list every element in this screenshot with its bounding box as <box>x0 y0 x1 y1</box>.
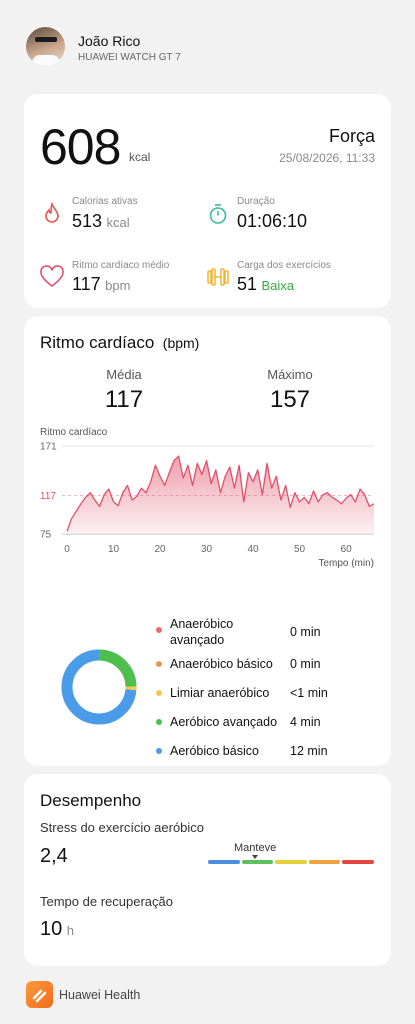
dumbbell-icon <box>207 268 229 286</box>
device-name: HUAWEI WATCH GT 7 <box>78 52 181 63</box>
flame-icon <box>45 202 59 223</box>
zone-color-dot <box>156 719 162 725</box>
y-tick-label: 117 <box>40 491 56 502</box>
summary-card: 608 kcal Força 25/08/2026, 11:33 Caloria… <box>24 94 391 308</box>
stress-label: Stress do exercício aeróbico <box>40 820 205 835</box>
active-calories-label: Calorias ativas <box>72 196 138 207</box>
exercise-load-value: 51 Baixa <box>237 274 295 294</box>
health-logo-icon <box>32 989 47 1003</box>
hr-average: Média 117 <box>104 367 144 413</box>
heart-rate-chart: 75 117 171 0 10 20 30 40 50 60 Tempo (min) <box>40 442 375 569</box>
zone-color-dot <box>156 748 162 754</box>
scale-segment <box>308 860 341 864</box>
x-tick-label: 60 <box>341 544 353 555</box>
x-axis-label: Tempo (min) <box>318 558 374 569</box>
zone-color-dot <box>156 690 162 696</box>
exercise-load-level: Baixa <box>261 278 295 293</box>
performance-title: Desempenho <box>40 791 142 810</box>
chart-y-label: Ritmo cardíaco <box>40 427 108 438</box>
zone-name: Aeróbico básico <box>170 744 259 758</box>
avg-heart-rate-value: 117 bpm <box>72 274 131 294</box>
avg-heart-rate-label: Ritmo cardíaco médio <box>72 260 170 271</box>
zone-name: Anaeróbico básico <box>170 657 273 671</box>
y-tick-label: 75 <box>40 530 52 541</box>
y-tick-label: 171 <box>40 442 57 453</box>
total-calories-unit: kcal <box>129 150 151 164</box>
zone-color-dot <box>156 627 162 633</box>
scale-segment <box>342 860 374 864</box>
heart-icon <box>40 265 64 288</box>
zone-name: Aeróbico avançado <box>170 715 278 729</box>
stress-value: 2,4 <box>40 845 68 867</box>
stress-status: Manteve <box>234 842 277 854</box>
zone-duration: 4 min <box>290 715 321 729</box>
active-calories-value: 513 kcal <box>72 211 130 231</box>
x-tick-label: 10 <box>108 544 120 555</box>
zone-name: Limiar anaeróbico <box>170 686 270 700</box>
zone-duration: 12 min <box>290 744 328 758</box>
workout-type: Força <box>328 126 375 146</box>
workout-datetime: 25/08/2026, 11:33 <box>279 151 375 165</box>
x-tick-label: 20 <box>154 544 166 555</box>
stopwatch-icon <box>209 204 227 224</box>
scale-segment <box>241 860 274 864</box>
heart-rate-card: Ritmo cardíaco (bpm) Média 117 Máximo 15… <box>24 316 391 766</box>
scale-segment <box>275 860 307 864</box>
recovery-label: Tempo de recuperação <box>40 894 173 909</box>
huawei-health-logo <box>26 981 53 1008</box>
x-tick-label: 30 <box>201 544 213 555</box>
exercise-load-label: Carga dos exercícios <box>237 260 331 271</box>
x-tick-label: 40 <box>247 544 259 555</box>
zone-color-dot <box>156 661 162 667</box>
total-calories: 608 <box>40 119 121 175</box>
x-tick-label: 50 <box>294 544 306 555</box>
avatar[interactable] <box>26 27 65 66</box>
recovery-value: 10 h <box>40 918 74 940</box>
user-name: João Rico <box>78 33 141 49</box>
zone-duration: <1 min <box>290 686 328 700</box>
performance-card: Desempenho Stress do exercício aeróbico … <box>24 774 391 966</box>
duration-value: 01:06:10 <box>237 211 308 231</box>
hr-zone-donut <box>61 649 137 725</box>
heart-rate-area <box>67 456 374 534</box>
zone-duration: 0 min <box>290 657 321 671</box>
heart-rate-title: Ritmo cardíaco (bpm) <box>40 333 200 352</box>
zone-name: Anaeróbico avançado <box>170 617 234 647</box>
duration-label: Duração <box>237 196 275 207</box>
stress-marker-icon <box>252 855 258 859</box>
zone-duration: 0 min <box>290 625 321 639</box>
x-tick-label: 0 <box>64 544 70 555</box>
scale-segment <box>208 860 240 864</box>
stress-scale <box>208 860 374 864</box>
hr-maximum: Máximo 157 <box>267 367 313 413</box>
app-name: Huawei Health <box>59 988 141 1002</box>
